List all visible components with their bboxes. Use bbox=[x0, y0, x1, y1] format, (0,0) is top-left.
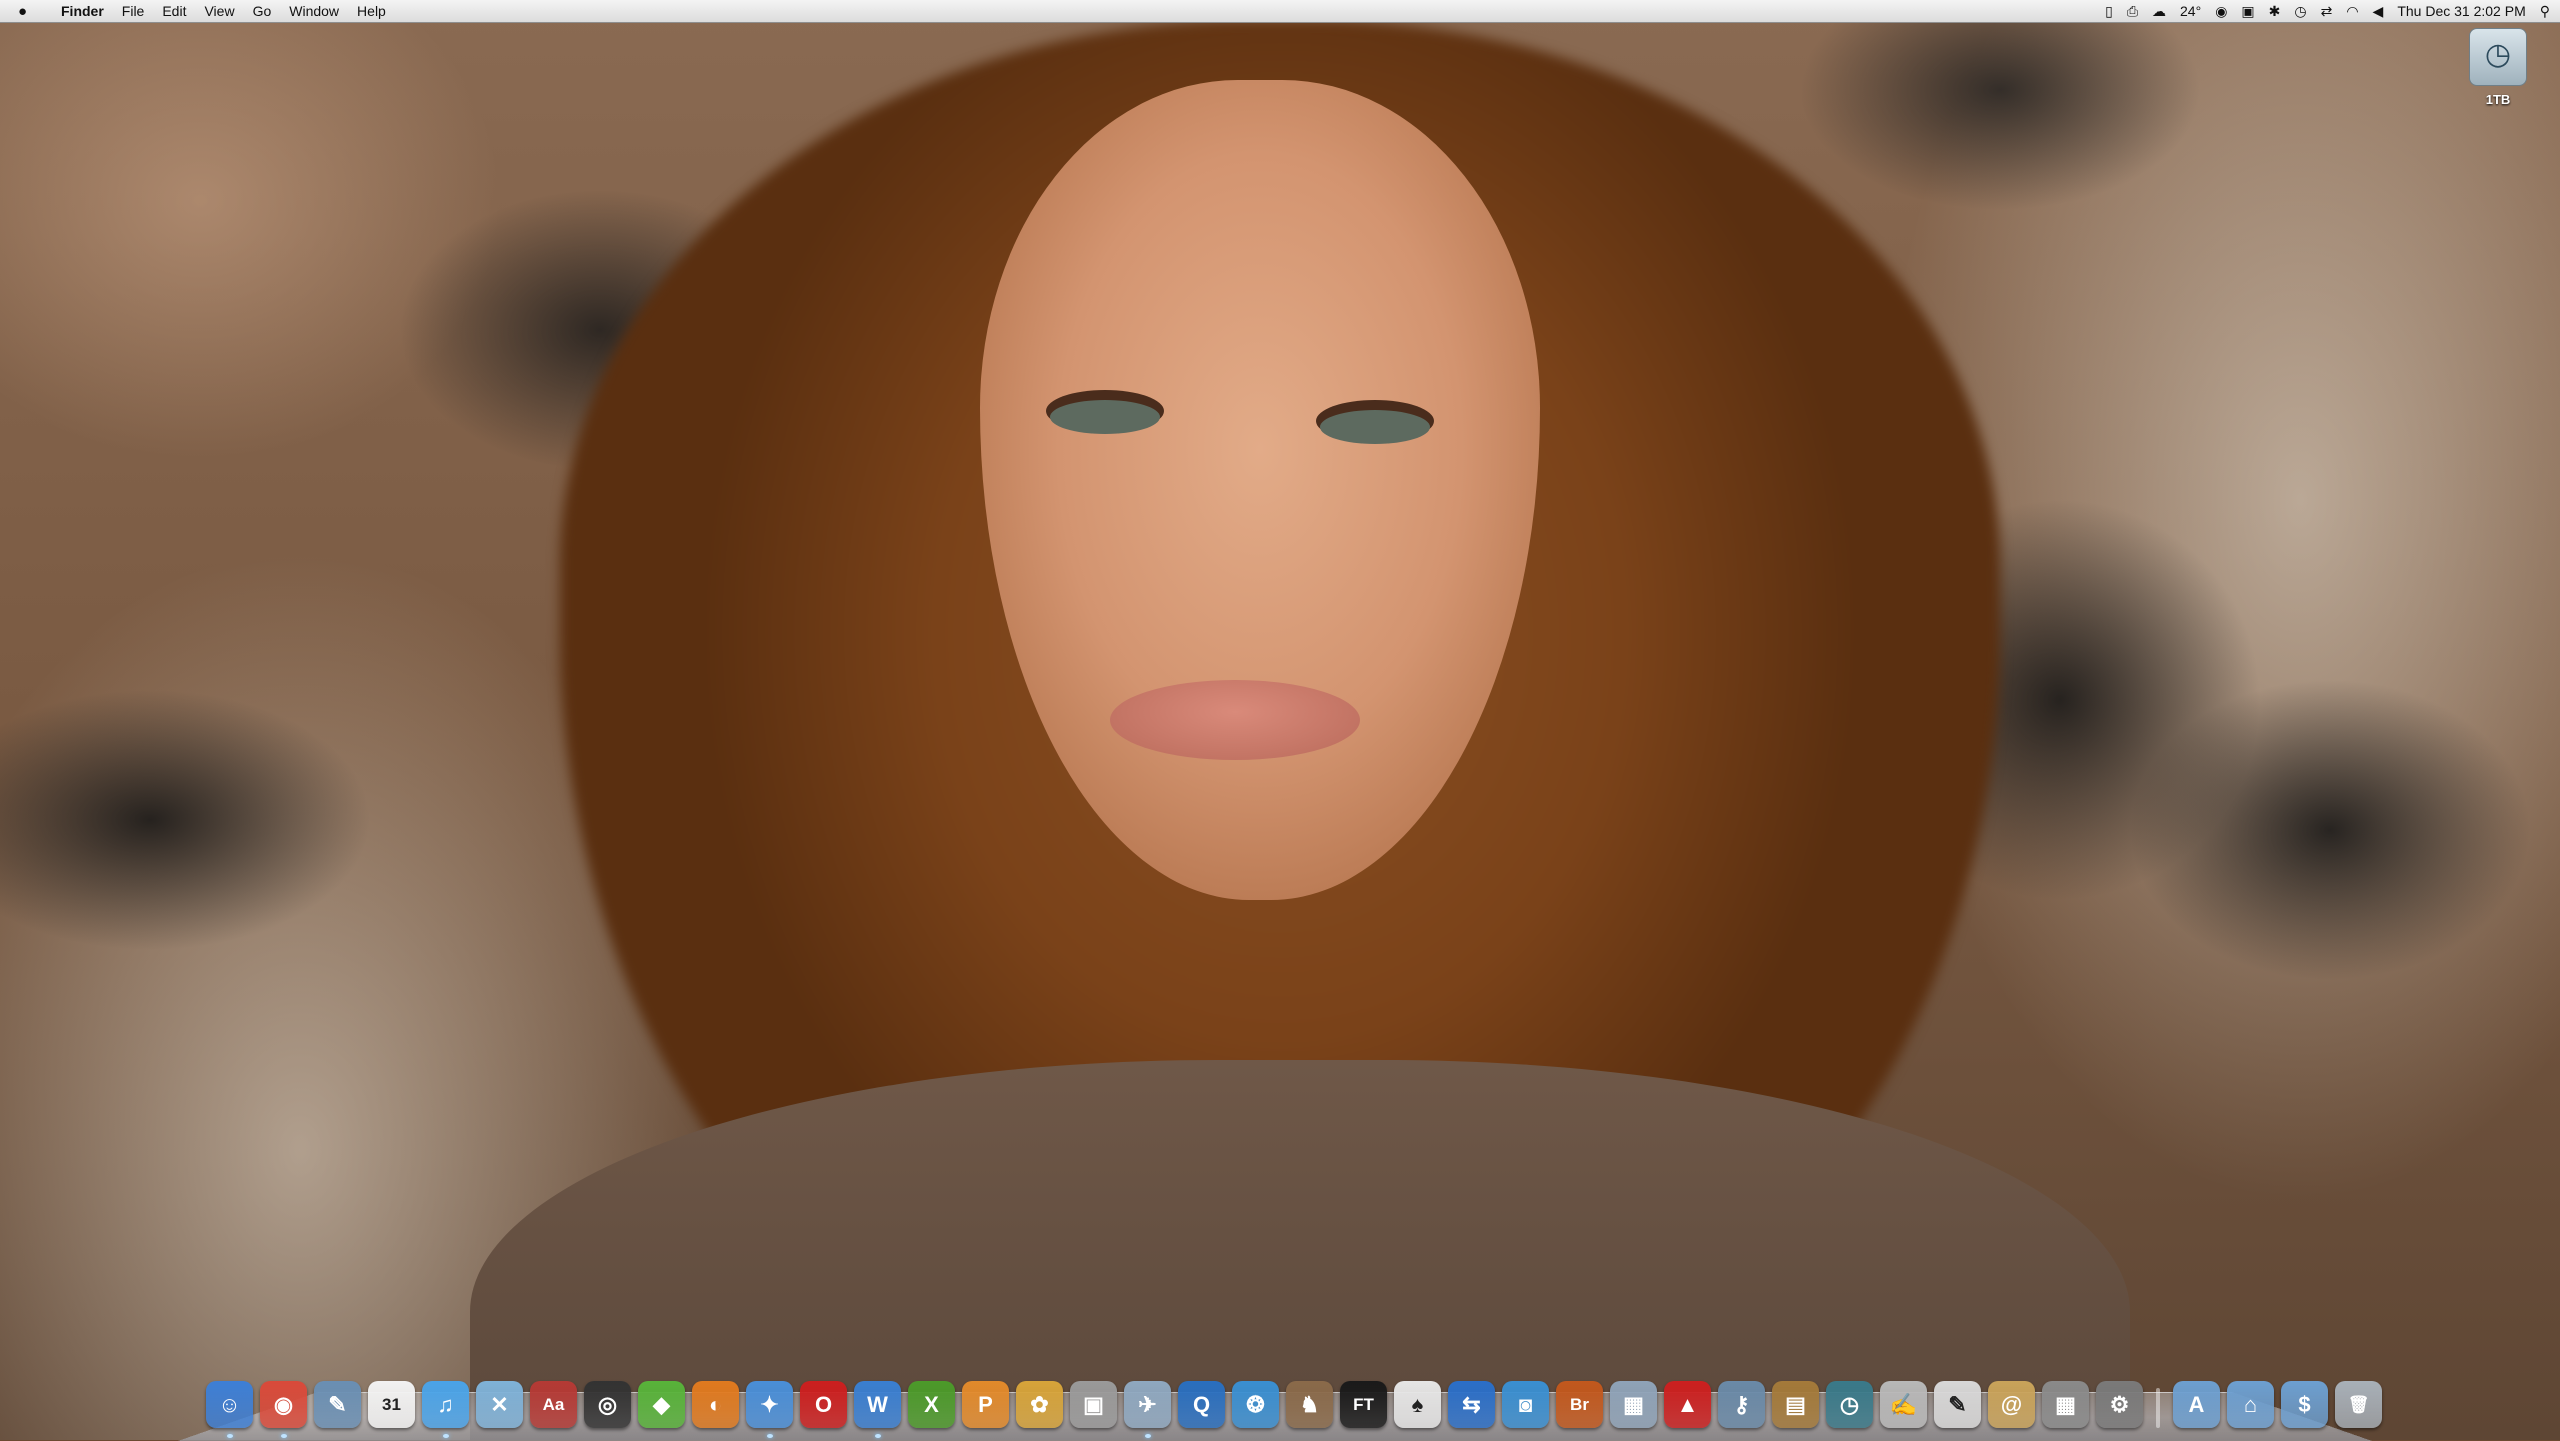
menu-edit[interactable]: Edit bbox=[153, 0, 195, 22]
running-indicator bbox=[766, 1434, 773, 1438]
menu-view[interactable]: View bbox=[195, 0, 243, 22]
menu-window[interactable]: Window bbox=[280, 0, 348, 22]
trash-icon[interactable]: 🗑 bbox=[2335, 1381, 2382, 1428]
drive-label: 1TB bbox=[2485, 92, 2511, 107]
eye-icon[interactable]: ◉ bbox=[2215, 3, 2227, 20]
bluetooth-icon[interactable]: ✱ bbox=[2269, 3, 2281, 20]
preview-icon[interactable]: ✎ bbox=[314, 1381, 361, 1428]
spiral-icon[interactable]: ❂ bbox=[1232, 1381, 1279, 1428]
chrome-icon[interactable]: ◉ bbox=[260, 1381, 307, 1438]
spotlight-search-icon[interactable]: ⚲ bbox=[2540, 3, 2550, 20]
keychain-icon[interactable]: ⚷ bbox=[1718, 1381, 1765, 1428]
menu-help[interactable]: Help bbox=[348, 0, 395, 22]
running-indicator bbox=[1144, 1434, 1151, 1438]
textedit-icon[interactable]: ✎ bbox=[1934, 1381, 1981, 1428]
running-indicator bbox=[226, 1434, 233, 1438]
utorrent-icon[interactable]: ◆ bbox=[638, 1381, 685, 1428]
gimp-icon[interactable]: ♞ bbox=[1286, 1381, 1333, 1428]
running-indicator bbox=[442, 1434, 449, 1438]
wifi-icon[interactable]: ◠ bbox=[2346, 3, 2358, 20]
documents-folder-icon[interactable]: $ bbox=[2281, 1381, 2328, 1428]
desktop-wallpaper bbox=[0, 0, 2560, 1440]
aperture-icon[interactable]: ◎ bbox=[584, 1381, 631, 1428]
full-tilt-icon[interactable]: FT bbox=[1340, 1381, 1387, 1428]
finder-icon[interactable]: ☺ bbox=[206, 1381, 253, 1438]
calculator-icon[interactable]: ▦ bbox=[2042, 1381, 2089, 1428]
menu-bar: ● Finder File Edit View Go Window Help ▯… bbox=[0, 0, 2560, 23]
weather-icon[interactable]: ☁ bbox=[2152, 3, 2166, 20]
apple-icon[interactable]: ● bbox=[18, 3, 38, 20]
adium-icon[interactable]: ✿ bbox=[1016, 1381, 1063, 1428]
poker-cards-icon[interactable]: ♠ bbox=[1394, 1381, 1441, 1428]
running-indicator bbox=[874, 1434, 881, 1438]
photo-booth-icon[interactable]: ◙ bbox=[1502, 1381, 1549, 1428]
preview-photos-icon[interactable]: ▤ bbox=[1772, 1381, 1819, 1428]
dvd-player-icon[interactable]: ▣ bbox=[1070, 1381, 1117, 1428]
quicktime-icon[interactable]: Q bbox=[1178, 1381, 1225, 1428]
wallpaper-lips bbox=[1110, 680, 1360, 760]
wallpaper-eye-right bbox=[1320, 410, 1430, 444]
display-icon[interactable]: ▣ bbox=[2241, 3, 2254, 20]
running-indicator bbox=[280, 1434, 287, 1438]
ical-icon[interactable]: 31 bbox=[368, 1381, 415, 1428]
wallpaper-eye-left bbox=[1050, 400, 1160, 434]
dock-separator bbox=[2156, 1388, 2160, 1428]
excel-icon[interactable]: X bbox=[908, 1381, 955, 1428]
mail-icon[interactable]: ✈ bbox=[1124, 1381, 1171, 1438]
xcode-icon[interactable]: ✕ bbox=[476, 1381, 523, 1428]
time-machine-status-icon[interactable]: ◷ bbox=[2294, 3, 2306, 20]
volume-icon[interactable]: ◀ bbox=[2373, 3, 2384, 20]
itunes-icon[interactable]: ♫ bbox=[422, 1381, 469, 1438]
menu-file[interactable]: File bbox=[113, 0, 154, 22]
teamviewer-icon[interactable]: ⇆ bbox=[1448, 1381, 1495, 1428]
desktop-drive[interactable]: ◷ 1TB bbox=[2460, 28, 2536, 107]
dictionary-icon[interactable]: Aa bbox=[530, 1381, 577, 1428]
battery-icon[interactable]: ▯ bbox=[2105, 3, 2113, 20]
applications-folder-icon[interactable]: A bbox=[2173, 1381, 2220, 1428]
temperature-text[interactable]: 24° bbox=[2180, 3, 2201, 19]
safari-icon[interactable]: ✦ bbox=[746, 1381, 793, 1438]
home-folder-icon[interactable]: ⌂ bbox=[2227, 1381, 2274, 1428]
menu-finder[interactable]: Finder bbox=[52, 0, 113, 22]
bridge-icon[interactable]: Br bbox=[1556, 1381, 1603, 1428]
printer-icon[interactable]: ⎙ bbox=[2127, 3, 2138, 20]
firefox-icon[interactable]: ◐ bbox=[692, 1381, 739, 1428]
time-machine-drive-icon[interactable]: ◷ bbox=[2469, 28, 2527, 86]
iphoto-icon[interactable]: ▦ bbox=[1610, 1381, 1657, 1428]
opera-icon[interactable]: O bbox=[800, 1381, 847, 1428]
word-icon[interactable]: W bbox=[854, 1381, 901, 1438]
clock-text[interactable]: Thu Dec 31 2:02 PM bbox=[2397, 3, 2525, 19]
sync-icon[interactable]: ⇄ bbox=[2321, 3, 2333, 20]
menu-go[interactable]: Go bbox=[244, 0, 281, 22]
address-book-icon[interactable]: @ bbox=[1988, 1381, 2035, 1428]
time-machine-icon[interactable]: ◷ bbox=[1826, 1381, 1873, 1428]
stapler-icon[interactable]: ▲ bbox=[1664, 1381, 1711, 1428]
powerpoint-icon[interactable]: P bbox=[962, 1381, 1009, 1428]
script-editor-icon[interactable]: ✍ bbox=[1880, 1381, 1927, 1428]
dock: ☺ ◉ ✎ 31 ♫ ✕ Aa ◎ ◆ ◐ ✦ O W X P ✿ ▣ ✈ Q ❂ ♞ FT ♠ ⇆ ◙ Br ▦ ▲ ⚷ ▤ ◷ ✍ ✎ @ ▦ ⚙… bbox=[206, 1372, 2382, 1438]
system-preferences-icon[interactable]: ⚙ bbox=[2096, 1381, 2143, 1428]
